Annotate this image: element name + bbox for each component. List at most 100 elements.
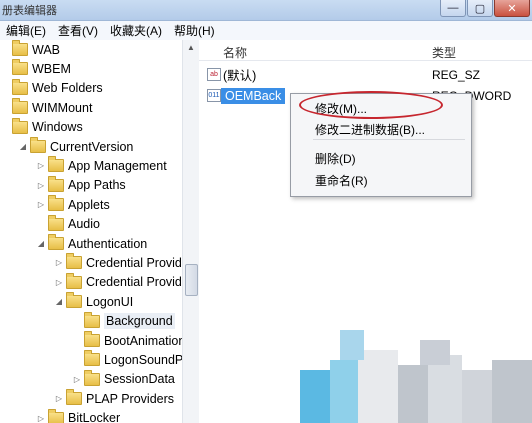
tree-item-label: App Management [68,158,167,173]
value-name: (默认) [223,69,257,83]
blur-block [358,350,398,423]
tree-item-label: LogonSoundPla [104,352,193,367]
maximize-button[interactable]: ▢ [467,0,493,17]
blur-block [300,370,330,423]
tree-item[interactable]: ▷ PLAP Providers [54,389,174,408]
blur-block [428,355,462,423]
folder-icon [66,292,82,309]
tree-item[interactable]: Windows [0,117,83,137]
scroll-up-arrow-icon[interactable]: ▲ [185,42,197,54]
blur-block [330,360,358,423]
folder-icon [48,175,64,192]
folder-icon [12,59,28,76]
tree-item-label: Background [104,313,175,330]
tree-item-label: App Paths [68,178,126,193]
menu-view[interactable]: 查看(V) [52,22,104,39]
expander-icon[interactable]: ▷ [36,414,46,423]
tree-item[interactable]: Audio [36,214,100,234]
column-name-header[interactable]: 名称 [223,44,247,61]
tree-item[interactable]: BootAnimation [72,331,185,350]
tree-item[interactable]: ◢ Authentication [36,234,147,253]
folder-icon [48,195,64,212]
scrollbar-thumb[interactable] [185,264,198,296]
folder-icon [48,156,64,173]
tree-item-label: Windows [32,120,83,135]
tree-scrollbar[interactable]: ▲ [182,40,199,423]
binary-value-icon: 011 [207,89,221,102]
context-menu: 修改(M)... 修改二进制数据(B)... 删除(D) 重命名(R) [290,93,472,197]
menu-help[interactable]: 帮助(H) [168,22,221,39]
blurred-watermark [300,330,532,423]
menu-bar: 编辑(E) 查看(V) 收藏夹(A) 帮助(H) [0,21,532,41]
folder-icon [12,117,28,134]
tree-item[interactable]: ▷ Credential Provide [54,253,189,272]
folder-icon [84,331,100,347]
tree-item[interactable]: WAB [0,40,60,59]
blur-block [462,370,492,423]
context-item-modify[interactable]: 修改(M)... [315,100,367,117]
value-name: OEMBack [221,87,286,104]
tree-item[interactable]: WBEM [0,59,71,78]
context-item-delete[interactable]: 删除(D) [315,150,356,167]
column-type-header[interactable]: 类型 [432,44,456,61]
tree-item-label: BootAnimation [104,333,186,348]
folder-icon [84,311,100,328]
tree-item-label: LogonUI [86,294,134,309]
value-row[interactable]: ab (默认) REG_SZ [199,65,532,84]
menu-favorites[interactable]: 收藏夹(A) [104,22,168,39]
tree-item[interactable]: ▷ Credential Provide [54,272,189,292]
tree-item[interactable]: ▷ Applets [36,195,110,214]
tree-item[interactable]: ◢ CurrentVersion [18,137,133,156]
folder-icon [66,272,82,289]
folder-icon [66,389,82,406]
tree-item[interactable]: Web Folders [0,78,103,98]
blur-block [340,330,364,360]
folder-icon [30,137,46,153]
tree-item-label: WAB [32,42,61,57]
registry-tree[interactable]: WAB WBEM Web Folders WIMMount Windows ◢ Curren… [0,40,199,423]
tree-item-label: Authentication [68,236,148,251]
tree-item-label: Audio [68,217,100,232]
folder-icon [12,78,28,95]
expander-icon[interactable]: ▷ [54,258,64,267]
tree-item-label: Credential Provide [86,275,189,290]
tree-item-label: Web Folders [32,81,103,96]
expander-icon[interactable]: ▷ [54,278,64,287]
context-item-rename[interactable]: 重命名(R) [315,172,368,189]
tree-item-label: PLAP Providers [86,391,175,406]
tree-item[interactable]: ▷ SessionData [72,369,175,389]
expander-icon[interactable]: ▷ [72,375,82,384]
folder-icon [48,214,64,231]
expander-icon[interactable]: ▷ [36,200,46,209]
context-separator [313,139,465,140]
value-type: REG_SZ [432,67,481,82]
expander-icon[interactable]: ▷ [54,394,64,403]
tree-item[interactable]: ◢ LogonUI [54,292,133,311]
tree-item[interactable]: ▷ App Management [36,156,167,175]
context-item-modify-binary[interactable]: 修改二进制数据(B)... [315,121,425,138]
tree-item[interactable]: ▷ BitLocker [36,408,121,423]
tree-item-label: WBEM [32,61,71,76]
tree-item-label: BitLocker [68,411,121,423]
tree-item-label: CurrentVersion [50,139,134,154]
tree-item-selected[interactable]: Background [72,311,175,331]
blur-block [398,365,428,423]
tree-item[interactable]: ▷ App Paths [36,175,126,195]
close-button[interactable]: ✕ [494,0,530,17]
minimize-button[interactable]: — [440,0,466,17]
tree-item[interactable]: WIMMount [0,98,92,117]
expander-icon[interactable]: ◢ [54,297,64,306]
expander-icon[interactable]: ◢ [36,239,46,248]
menu-edit[interactable]: 编辑(E) [0,22,52,39]
blur-block [420,340,450,365]
expander-icon[interactable]: ▷ [36,181,46,190]
window-controls: — ▢ ✕ [439,0,530,18]
tree-item[interactable]: LogonSoundPla [72,350,193,369]
folder-icon [84,350,100,367]
expander-icon[interactable]: ◢ [18,142,28,151]
expander-icon[interactable]: ▷ [36,161,46,170]
tree-item-label: Applets [68,197,110,212]
tree-item-label: WIMMount [32,100,93,115]
tree-item-label: SessionData [104,372,175,387]
column-header: 名称 类型 [199,40,532,61]
